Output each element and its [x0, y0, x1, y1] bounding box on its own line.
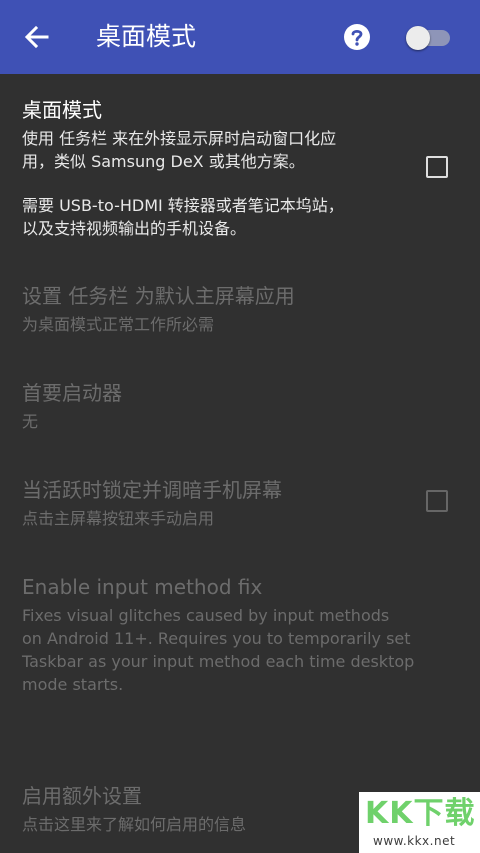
- pref-summary: 使用 任务栏 来在外接显示屏时启动窗口化应 用，类似 Samsung DeX 或…: [22, 127, 402, 240]
- pref-dim-screen[interactable]: 当活跃时锁定并调暗手机屏幕 点击主屏幕按钮来手动启用: [22, 477, 402, 530]
- pref-primary-launcher[interactable]: 首要启动器 无: [22, 380, 122, 433]
- pref-summary: 无: [22, 412, 39, 431]
- summary-line: 以及支持视频输出的手机设备。: [22, 219, 247, 238]
- pref-summary: 点击主屏幕按钮来手动启用: [22, 509, 215, 528]
- app-bar: 桌面模式: [0, 0, 480, 74]
- pref-title: 首要启动器: [22, 381, 122, 405]
- pref-extra-settings[interactable]: 启用额外设置 点击这里来了解如何启用的信息: [22, 783, 246, 836]
- pref-title: Enable input method fix: [22, 575, 263, 599]
- toggle-thumb: [406, 26, 430, 50]
- summary-line: Fixes visual glitches caused by input me…: [22, 606, 390, 625]
- pref-input-method-fix[interactable]: Enable input method fix Fixes visual gli…: [22, 574, 462, 696]
- summary-line: mode starts.: [22, 675, 124, 694]
- summary-line: on Android 11+. Requires you to temporar…: [22, 629, 411, 648]
- page-title: 桌面模式: [96, 22, 197, 51]
- summary-line: 用，类似 Samsung DeX 或其他方案。: [22, 152, 305, 171]
- pref-summary: Fixes visual glitches caused by input me…: [22, 604, 462, 696]
- watermark: KK下载 www.kkx.net: [359, 792, 480, 853]
- pref-desktop-mode[interactable]: 桌面模式 使用 任务栏 来在外接显示屏时启动窗口化应 用，类似 Samsung …: [22, 97, 402, 240]
- pref-title: 当活跃时锁定并调暗手机屏幕: [22, 478, 282, 502]
- pref-default-home[interactable]: 设置 任务栏 为默认主屏幕应用 为桌面模式正常工作所必需: [22, 283, 295, 336]
- summary-line: Taskbar as your input method each time d…: [22, 652, 415, 671]
- watermark-logo: KK下载: [365, 796, 476, 831]
- desktop-mode-toggle[interactable]: [404, 24, 450, 52]
- pref-summary: 为桌面模式正常工作所必需: [22, 315, 215, 334]
- pref-title: 设置 任务栏 为默认主屏幕应用: [22, 284, 295, 308]
- watermark-url: www.kkx.net: [373, 834, 456, 848]
- pref-title: 桌面模式: [22, 98, 102, 122]
- pref-title: 启用额外设置: [22, 784, 142, 808]
- dim-screen-checkbox[interactable]: [426, 490, 448, 512]
- summary-line: 使用 任务栏 来在外接显示屏时启动窗口化应: [22, 129, 337, 148]
- desktop-mode-checkbox[interactable]: [426, 156, 448, 178]
- summary-line: 需要 USB-to-HDMI 转接器或者笔记本坞站，: [22, 196, 344, 215]
- arrow-back-icon[interactable]: [22, 22, 52, 52]
- pref-summary: 点击这里来了解如何启用的信息: [22, 815, 247, 834]
- help-circle-icon[interactable]: [343, 23, 371, 51]
